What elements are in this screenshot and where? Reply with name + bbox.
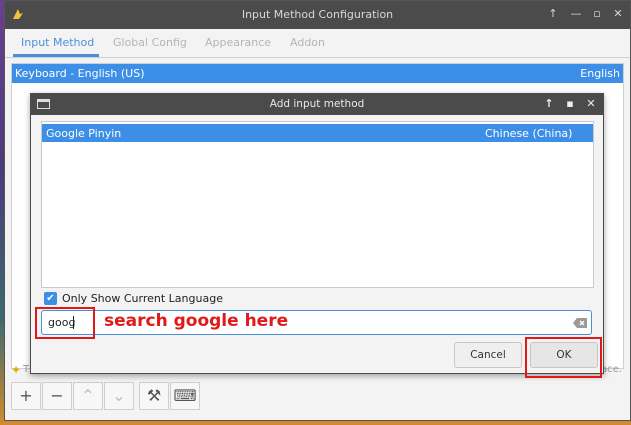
minimize-icon[interactable]: — [568,6,584,22]
input-method-name: Keyboard - English (US) [15,67,145,80]
active-tab-indicator [13,54,99,57]
configure-icon: ⚒ [146,386,162,405]
keep-above-icon[interactable]: ↑ [541,96,557,112]
annotation-highlight-ok [525,337,602,378]
close-icon[interactable]: ✕ [610,6,626,22]
maximize-icon[interactable]: ▪ [562,96,578,112]
checkmark-icon: ✔ [44,292,57,305]
tab-global-config[interactable]: Global Config [113,36,187,49]
add-input-method-button[interactable]: + [11,382,41,410]
annotation-highlight-search [35,307,95,339]
annotation-text: search google here [104,311,289,331]
move-down-button[interactable]: ⌄ [104,382,134,410]
hint-text-start: T [23,364,30,375]
tab-input-method[interactable]: Input Method [21,36,94,49]
keep-above-icon[interactable]: ↑ [545,6,561,22]
plus-icon: + [19,386,33,405]
tab-addon[interactable]: Addon [290,36,325,49]
method-language: Chinese (China) [485,127,573,140]
close-icon[interactable]: ✕ [583,96,599,112]
remove-input-method-button[interactable]: − [42,382,72,410]
window-title: Input Method Configuration [241,8,394,21]
dialog-titlebar[interactable]: Add input method ↑ ▪ ✕ [31,94,603,115]
tab-appearance[interactable]: Appearance [205,36,271,49]
down-arrow-icon: ⌄ [112,386,126,405]
maximize-icon[interactable]: ▫ [589,6,605,22]
main-titlebar[interactable]: Input Method Configuration ↑ — ▫ ✕ [5,1,630,29]
configure-button[interactable]: ⚒ [139,382,169,410]
method-name: Google Pinyin [46,127,122,140]
move-up-button[interactable]: ⌃ [73,382,103,410]
list-item[interactable]: Keyboard - English (US) English [12,64,623,83]
list-item[interactable]: Google Pinyin Chinese (China) [42,124,593,142]
input-method-language: English [580,67,620,80]
checkbox-label: Only Show Current Language [62,292,223,305]
cancel-button[interactable]: Cancel [454,342,522,368]
keyboard-layout-button[interactable]: ⌨ [170,382,200,410]
keyboard-icon: ⌨ [173,386,197,405]
hint-text-end: ace. [601,364,622,375]
hint-star-icon: ✦ [11,363,22,377]
available-input-method-list[interactable]: Google Pinyin Chinese (China) [41,121,594,288]
clear-input-icon[interactable] [573,318,587,328]
add-input-method-dialog: Add input method ↑ ▪ ✕ Google Pinyin Chi… [30,93,604,374]
minus-icon: − [50,386,64,405]
dialog-title: Add input method [269,98,365,110]
up-arrow-icon: ⌃ [81,386,95,405]
